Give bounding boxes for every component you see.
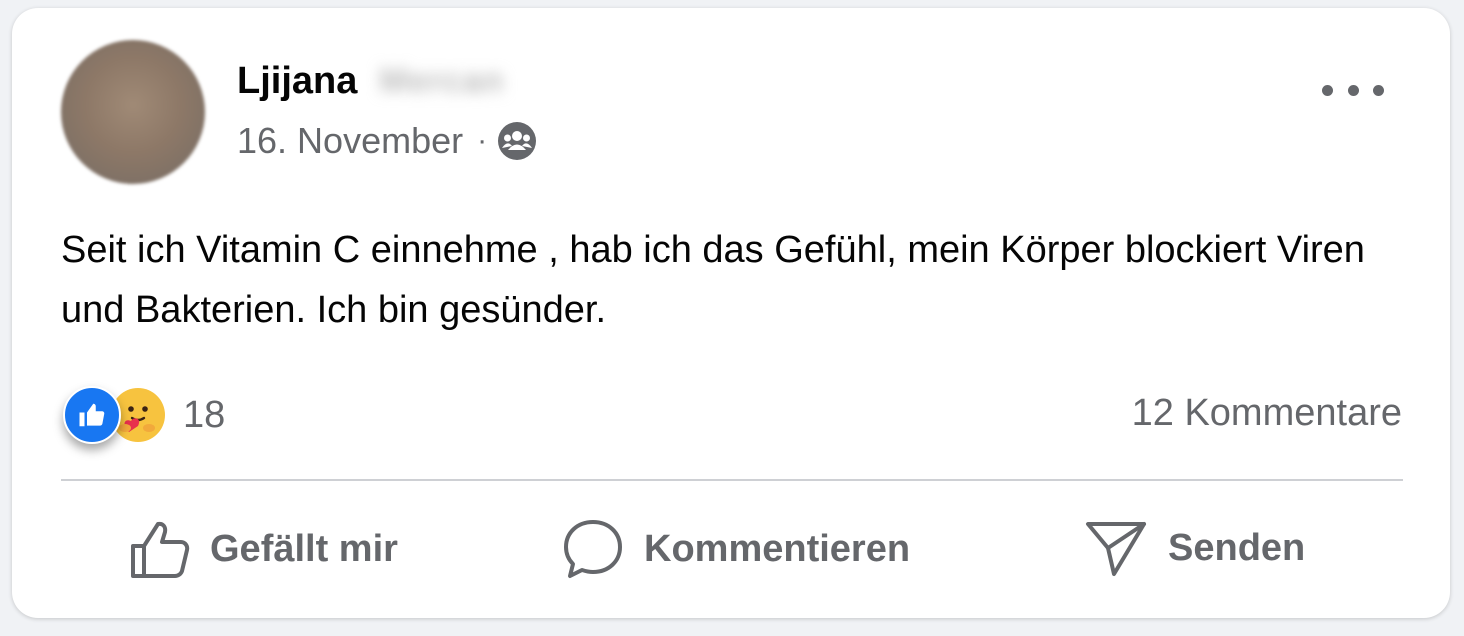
like-button-label: Gefällt mir	[210, 527, 398, 570]
more-horizontal-icon-dot	[1347, 84, 1359, 96]
post-card: Ljijana Mercan 16. November · Seit ich V…	[12, 8, 1450, 618]
divider	[61, 479, 1403, 481]
like-button[interactable]: Gefällt mir	[130, 518, 398, 580]
post-text: Seit ich Vitamin C einnehme , hab ich da…	[61, 229, 1365, 331]
comment-button-label: Kommentieren	[644, 527, 911, 570]
post-meta: 16. November ·	[237, 120, 537, 162]
meta-separator: ·	[477, 124, 488, 157]
comment-bubble-icon	[562, 518, 624, 580]
more-horizontal-icon-dot	[1322, 84, 1333, 96]
author-surname-obscured[interactable]: Mercan	[379, 62, 504, 101]
comments-count-link[interactable]: 12 Kommentare	[1132, 392, 1402, 435]
author-name[interactable]: Ljijana	[237, 60, 357, 103]
reactions-summary[interactable]: 18	[63, 386, 225, 444]
group-icon	[497, 121, 537, 161]
post-date[interactable]: 16. November	[237, 120, 463, 162]
share-button-label: Senden	[1168, 526, 1306, 569]
avatar[interactable]	[61, 40, 205, 184]
author-row: Ljijana Mercan	[237, 60, 504, 103]
more-horizontal-icon-dot	[1373, 84, 1384, 96]
thumbs-up-icon	[130, 518, 190, 580]
send-icon	[1084, 518, 1148, 578]
share-button[interactable]: Senden	[1084, 518, 1305, 578]
reaction-count: 18	[183, 393, 226, 436]
like-reaction-icon	[63, 386, 121, 444]
comment-button[interactable]: Kommentieren	[562, 518, 910, 580]
more-options-button[interactable]	[1322, 70, 1384, 110]
